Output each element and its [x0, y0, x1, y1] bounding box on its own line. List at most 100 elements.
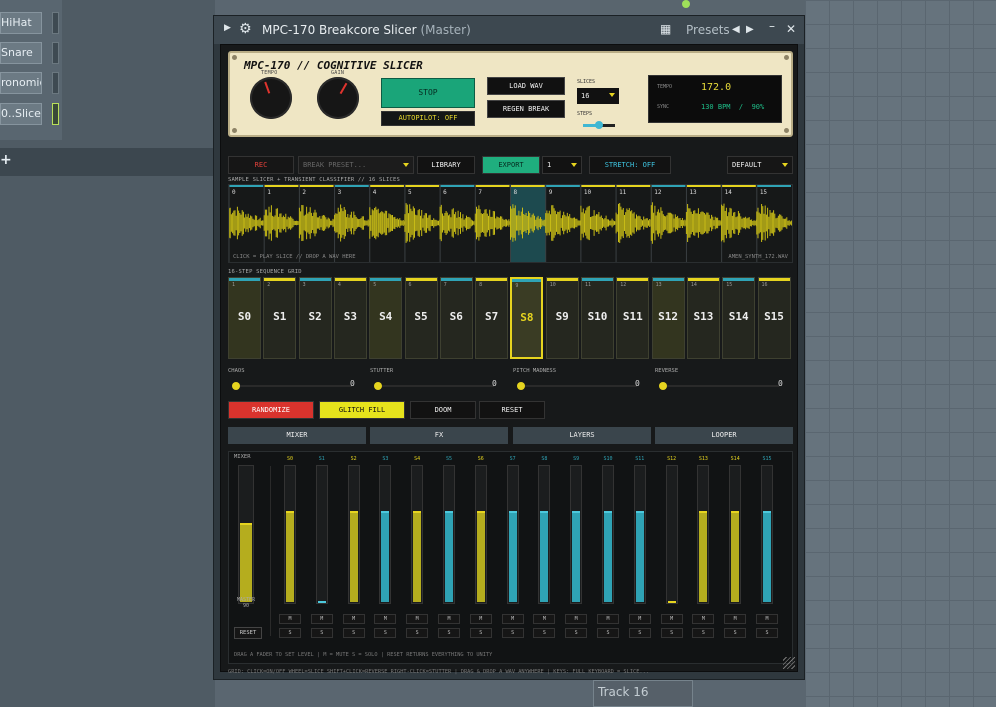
mute-button[interactable]: M: [406, 614, 429, 624]
gear-icon[interactable]: ⚙: [239, 21, 252, 37]
solo-button[interactable]: S: [628, 628, 651, 638]
close-button[interactable]: ✕: [786, 22, 796, 36]
rec-button[interactable]: REC: [228, 156, 294, 174]
fader-handle[interactable]: [317, 601, 326, 603]
slider-handle[interactable]: [659, 382, 667, 390]
channel-fader-S15[interactable]: [761, 465, 773, 604]
waveform-slicer[interactable]: 0 1 2 3 4 5 6 7 8 9 10 11 12 13 14 15 CLICK = PLAY SLIC…: [228, 184, 793, 263]
stretch-toggle[interactable]: STRETCH: OFF: [589, 156, 671, 174]
fader-handle[interactable]: [540, 510, 549, 513]
mute-button[interactable]: M: [438, 614, 460, 624]
solo-button[interactable]: S: [756, 628, 778, 638]
steps-slider-handle[interactable]: [595, 121, 603, 129]
channel-fader-S14[interactable]: [729, 465, 742, 604]
fader-handle[interactable]: [604, 510, 612, 513]
channel-fader-S7[interactable]: [506, 465, 519, 604]
step-pad-12[interactable]: 12 S11: [616, 277, 650, 359]
mute-button[interactable]: M: [342, 614, 365, 624]
library-button[interactable]: LIBRARY: [417, 156, 475, 174]
default-select[interactable]: DEFAULT: [727, 156, 793, 174]
mute-button[interactable]: M: [628, 614, 651, 624]
solo-button[interactable]: S: [565, 628, 588, 638]
channel-fader-S12[interactable]: [665, 465, 678, 604]
mute-button[interactable]: M: [374, 614, 397, 624]
solo-button[interactable]: S: [597, 628, 619, 638]
slider-handle[interactable]: [232, 382, 240, 390]
solo-button[interactable]: S: [660, 628, 683, 638]
channel-fader-S0[interactable]: [284, 465, 296, 604]
fader-handle[interactable]: [635, 510, 644, 513]
step-pad-10[interactable]: 10 S9: [545, 277, 579, 359]
channel-fader-S4[interactable]: [411, 465, 424, 604]
step-pad-7[interactable]: 7 S6: [439, 277, 473, 359]
channel-fader-S10[interactable]: [602, 465, 614, 604]
mute-button[interactable]: M: [310, 614, 333, 624]
mute-button[interactable]: M: [692, 614, 715, 624]
mute-button[interactable]: M: [660, 614, 683, 624]
slider-handle[interactable]: [374, 382, 382, 390]
mute-button[interactable]: M: [565, 614, 588, 624]
step-pad-16[interactable]: 16 S15: [757, 277, 791, 359]
step-pad-14[interactable]: 14 S13: [686, 277, 720, 359]
mixer-reset-button[interactable]: RESET: [234, 627, 262, 639]
solo-button[interactable]: S: [374, 628, 397, 638]
tab-fx[interactable]: FX: [370, 427, 508, 444]
fader-handle[interactable]: [763, 510, 771, 513]
steps-slider[interactable]: [583, 121, 615, 129]
export-count-select[interactable]: 1: [542, 156, 582, 174]
slices-select[interactable]: 16: [577, 88, 619, 104]
solo-button[interactable]: S: [279, 628, 301, 638]
channel-fader-S11[interactable]: [633, 465, 646, 604]
reverse-slider[interactable]: [659, 382, 779, 390]
pitch-madness-slider[interactable]: [517, 382, 637, 390]
channel-fader-S9[interactable]: [570, 465, 583, 604]
collapse-arrow-icon[interactable]: ▶: [224, 23, 231, 33]
solo-button[interactable]: S: [342, 628, 365, 638]
channel-fader-S13[interactable]: [697, 465, 710, 604]
fader-handle[interactable]: [699, 510, 708, 513]
channel-fader-S6[interactable]: [474, 465, 487, 604]
prev-preset-icon[interactable]: ◀: [732, 24, 740, 35]
step-pad-15[interactable]: 15 S14: [722, 277, 756, 359]
solo-button[interactable]: S: [469, 628, 492, 638]
tab-looper[interactable]: LOOPER: [655, 427, 793, 444]
solo-button[interactable]: S: [310, 628, 333, 638]
fader-handle[interactable]: [508, 510, 517, 513]
autopilot-button[interactable]: AUTOPILOT: OFF: [381, 111, 475, 126]
mute-button[interactable]: M: [756, 614, 778, 624]
solo-button[interactable]: S: [692, 628, 715, 638]
stop-button[interactable]: STOP: [381, 78, 475, 108]
resize-grip-icon[interactable]: [783, 657, 795, 669]
master-fader[interactable]: [238, 465, 254, 604]
fader-handle[interactable]: [667, 601, 676, 603]
channel-fader-S2[interactable]: [347, 465, 360, 604]
channel-fader-S1[interactable]: [315, 465, 328, 604]
tab-mixer[interactable]: MIXER: [228, 427, 366, 444]
track-16[interactable]: Track 16: [593, 680, 693, 707]
fader-handle[interactable]: [731, 510, 740, 513]
fader-handle[interactable]: [413, 510, 422, 513]
fader-handle[interactable]: [286, 510, 294, 513]
step-pad-13[interactable]: 13 S12: [651, 277, 685, 359]
tempo-knob[interactable]: [250, 77, 292, 119]
track-led[interactable]: [52, 72, 59, 94]
step-pad-6[interactable]: 6 S5: [404, 277, 438, 359]
track-snare[interactable]: Snare: [0, 42, 42, 64]
export-button[interactable]: EXPORT: [482, 156, 540, 174]
mute-button[interactable]: M: [501, 614, 524, 624]
mute-button[interactable]: M: [469, 614, 492, 624]
mute-button[interactable]: M: [533, 614, 556, 624]
channel-fader-S5[interactable]: [443, 465, 455, 604]
step-pad-8[interactable]: 8 S7: [475, 277, 509, 359]
glitch-fill-button[interactable]: GLITCH FILL: [319, 401, 405, 419]
track-led[interactable]: [52, 12, 59, 34]
track-ronomic[interactable]: ronomic: [0, 72, 42, 94]
solo-button[interactable]: S: [406, 628, 429, 638]
fader-handle[interactable]: [445, 510, 453, 513]
load-wav-button[interactable]: LOAD WAV: [487, 77, 565, 95]
track-slicer[interactable]: 0..Slicer: [0, 103, 42, 125]
tab-layers[interactable]: LAYERS: [513, 427, 651, 444]
doom-button[interactable]: DOOM: [410, 401, 476, 419]
step-pad-2[interactable]: 2 S1: [263, 277, 297, 359]
stutter-slider[interactable]: [374, 382, 494, 390]
